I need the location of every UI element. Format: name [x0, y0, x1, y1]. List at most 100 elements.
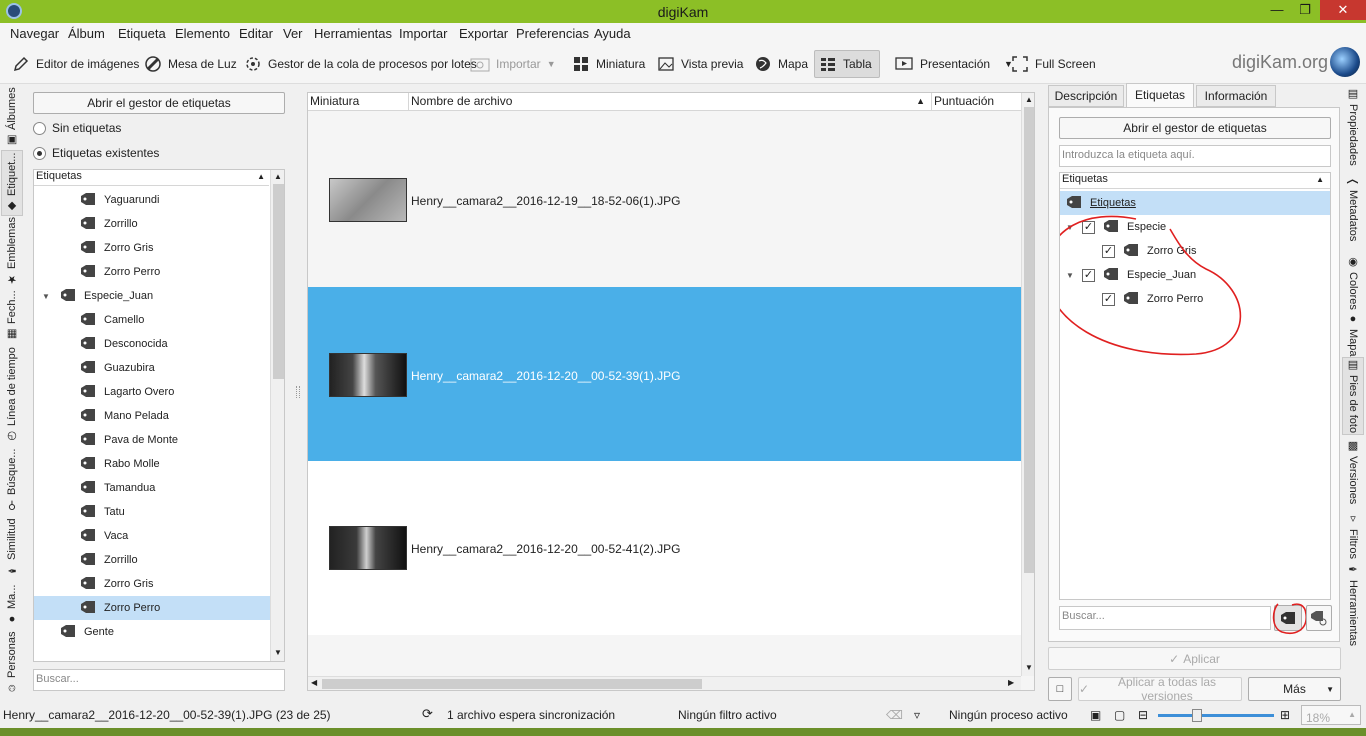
open-tag-manager-button-right[interactable]: Abrir el gestor de etiquetas: [1059, 117, 1331, 139]
table-vertical-scrollbar[interactable]: ▲ ▼: [1021, 93, 1034, 676]
splitter-handle[interactable]: [296, 386, 300, 398]
image-editor-button[interactable]: Editor de imágenes: [8, 50, 143, 78]
tag-tree-item[interactable]: Mano Pelada: [34, 404, 270, 428]
col-filename-header[interactable]: Nombre de archivo ▲: [409, 93, 932, 110]
scroll-left-icon[interactable]: ◀: [311, 678, 317, 687]
tag-tree-item[interactable]: Vaca: [34, 524, 270, 548]
scroll-thumb[interactable]: [322, 679, 702, 689]
light-table-button[interactable]: Mesa de Luz: [140, 50, 241, 78]
tab-searches[interactable]: ⚲ Búsque...: [1, 446, 23, 514]
table-row[interactable]: Henry__camara2__2016-12-19__18-52-06(1).…: [308, 112, 1021, 286]
col-rating-header[interactable]: Puntuación: [932, 93, 1021, 110]
tag-tree-item[interactable]: Zorro Perro: [34, 260, 270, 284]
filter-icon[interactable]: ▿: [914, 708, 920, 722]
close-button[interactable]: ✕: [1320, 0, 1366, 20]
expand-arrow-icon[interactable]: ▼: [42, 292, 50, 301]
tag-tree-item[interactable]: Zorro Gris: [34, 236, 270, 260]
zoom-level-field[interactable]: 18% ▲: [1301, 705, 1361, 725]
menu-herramientas[interactable]: Herramientas: [314, 26, 392, 41]
col-thumbnail-header[interactable]: Miniatura: [308, 93, 409, 110]
tab-people[interactable]: ☺ Personas: [1, 630, 23, 696]
menu-ayuda[interactable]: Ayuda: [594, 26, 631, 41]
menu-ver[interactable]: Ver: [283, 26, 303, 41]
batch-queue-button[interactable]: Gestor de la cola de procesos por lotes: [240, 50, 481, 78]
tag-tree-item[interactable]: Zorro Perro: [34, 596, 270, 620]
tag-tree-item[interactable]: Pava de Monte: [34, 428, 270, 452]
tab-versions[interactable]: ▩ Versiones: [1342, 438, 1364, 506]
scroll-right-icon[interactable]: ▶: [1008, 678, 1014, 687]
tag-tree-item[interactable]: Zorrillo: [34, 212, 270, 236]
scroll-down-icon[interactable]: ▼: [274, 648, 282, 657]
open-tag-manager-button[interactable]: Abrir el gestor de etiquetas: [33, 92, 285, 114]
tag-tree-item[interactable]: Guazubira: [34, 356, 270, 380]
menu-etiqueta[interactable]: Etiqueta: [118, 26, 166, 41]
zoom-in-icon[interactable]: ⊞: [1280, 708, 1290, 722]
left-tag-search-input[interactable]: Buscar...: [33, 669, 285, 691]
tree-header[interactable]: Etiquetas ▲: [34, 170, 269, 186]
tag-tree-item[interactable]: Camello: [34, 308, 270, 332]
tag-tree-item[interactable]: Zorrillo: [34, 548, 270, 572]
tab-colors[interactable]: ◉ Colores: [1342, 252, 1364, 312]
tab-map-right[interactable]: ● Mapa: [1342, 313, 1364, 357]
tab-captions[interactable]: ▤ Pies de foto: [1342, 357, 1364, 435]
tab-dates[interactable]: ▦ Fech...: [1, 288, 23, 344]
tab-tools[interactable]: ✒ Herramientas: [1342, 563, 1364, 646]
no-tags-radio[interactable]: Sin etiquetas: [33, 121, 121, 135]
scroll-up-icon[interactable]: ▲: [274, 172, 282, 181]
tab-tags[interactable]: ◆ Etiquet...: [1, 150, 23, 216]
zoom-100-icon[interactable]: ▢: [1114, 708, 1125, 722]
preview-button[interactable]: Vista previa: [653, 50, 747, 78]
tab-description[interactable]: Descripción: [1048, 85, 1124, 107]
tab-similarity[interactable]: ✒ Similitud: [1, 516, 23, 580]
tab-map[interactable]: ● Ma...: [1, 582, 23, 628]
table-horizontal-scrollbar[interactable]: ◀ ▶: [308, 676, 1021, 690]
tab-filters[interactable]: ▿ Filtros: [1342, 508, 1364, 562]
fullscreen-button[interactable]: Full Screen: [1007, 50, 1100, 78]
left-tree-scrollbar[interactable]: ▲ ▼: [270, 170, 284, 661]
maximize-button[interactable]: ❐: [1290, 0, 1320, 20]
menu-navegar[interactable]: Navegar: [10, 26, 59, 41]
zoom-slider[interactable]: [1158, 709, 1274, 722]
tag-settings-button[interactable]: [1306, 605, 1332, 631]
minimize-button[interactable]: —: [1262, 0, 1292, 20]
tag-tree-item[interactable]: Gente: [34, 620, 270, 644]
tag-tree-item[interactable]: Yaguarundi: [34, 188, 270, 212]
tag-entry-input[interactable]: Introduzca la etiqueta aquí.: [1059, 145, 1331, 167]
apply-all-versions-button[interactable]: ✓ Aplicar a todas las versiones: [1078, 675, 1242, 703]
version-button[interactable]: □: [1048, 677, 1072, 701]
import-button[interactable]: Importar ▼: [466, 50, 560, 78]
scroll-up-icon[interactable]: ▲: [1025, 95, 1033, 104]
menu-elemento[interactable]: Elemento: [175, 26, 230, 41]
right-tag-search-input[interactable]: Buscar...: [1059, 606, 1271, 630]
menu-album[interactable]: Álbum: [68, 26, 105, 41]
tab-information[interactable]: Información: [1196, 85, 1276, 107]
tag-tree-item[interactable]: Rabo Molle: [34, 452, 270, 476]
tree-header[interactable]: Etiquetas ▲: [1060, 173, 1330, 189]
tag-tree-item[interactable]: Tatu: [34, 500, 270, 524]
menu-preferencias[interactable]: Preferencias: [516, 26, 589, 41]
tag-tree-item[interactable]: Tamandua: [34, 476, 270, 500]
apply-button[interactable]: ✓ Aplicar: [1048, 647, 1341, 670]
zoom-out-icon[interactable]: ⊟: [1138, 708, 1148, 722]
table-view-button[interactable]: Tabla: [814, 50, 880, 78]
map-view-button[interactable]: Mapa: [750, 50, 812, 78]
thumbnail-view-button[interactable]: Miniatura: [568, 50, 649, 78]
tag-tree-item[interactable]: Desconocida: [34, 332, 270, 356]
tab-tags-right[interactable]: Etiquetas: [1126, 83, 1194, 108]
menu-exportar[interactable]: Exportar: [459, 26, 508, 41]
zoom-fit-icon[interactable]: ▣: [1090, 708, 1101, 722]
tag-tree-item[interactable]: Lagarto Overo: [34, 380, 270, 404]
trash-icon[interactable]: ⌫: [886, 708, 903, 722]
more-dropdown[interactable]: Más ▼: [1248, 677, 1341, 701]
tab-metadata[interactable]: ❬ Metadatos: [1342, 168, 1364, 250]
zoom-slider-handle[interactable]: [1192, 709, 1202, 722]
scroll-thumb[interactable]: [1024, 107, 1034, 573]
existing-tags-radio[interactable]: Etiquetas existentes: [33, 146, 159, 160]
tab-labels[interactable]: ★ Emblemas: [1, 218, 23, 287]
scroll-down-icon[interactable]: ▼: [1025, 663, 1033, 672]
scroll-thumb[interactable]: [273, 184, 284, 379]
tag-tree-item[interactable]: Zorro Gris: [34, 572, 270, 596]
tab-timeline[interactable]: ◷ Línea de tiempo: [1, 346, 23, 444]
tab-albums[interactable]: ▣ Álbumes: [1, 86, 23, 148]
tag-tree-item[interactable]: ▼ Especie_Juan: [34, 284, 270, 308]
